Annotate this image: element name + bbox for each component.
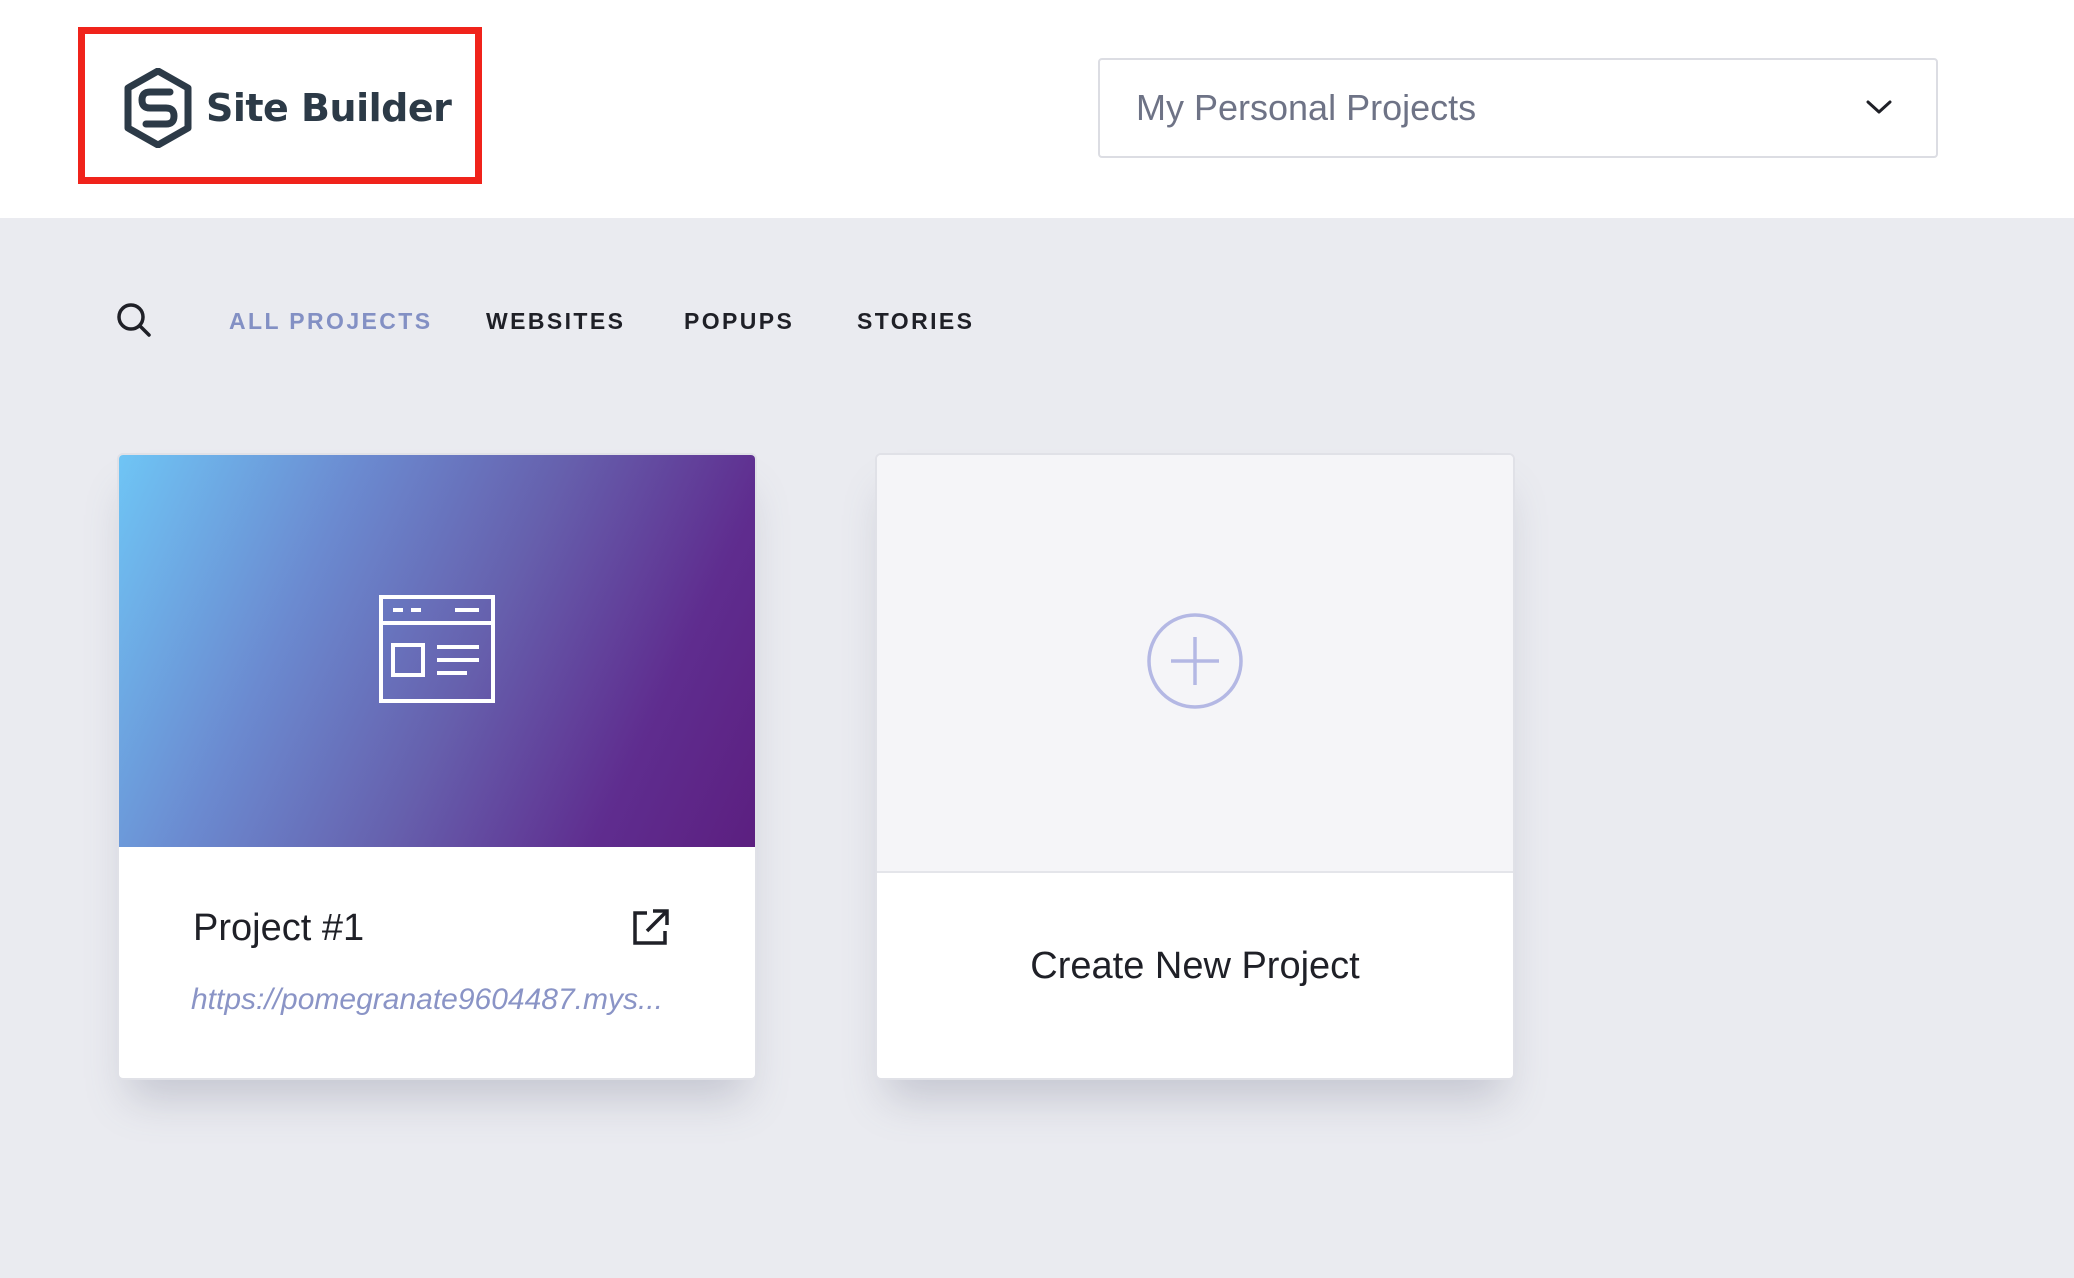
project-url-link[interactable]: https://pomegranate9604487.mys...	[191, 983, 711, 1017]
project-thumbnail[interactable]	[119, 455, 755, 847]
external-link-icon[interactable]	[629, 907, 671, 949]
tab-all-projects[interactable]: ALL PROJECTS	[229, 308, 432, 335]
search-icon[interactable]	[112, 298, 156, 342]
create-new-project-card[interactable]: Create New Project	[875, 453, 1515, 1080]
tab-popups[interactable]: POPUPS	[684, 308, 794, 335]
plus-circle-icon	[1145, 611, 1245, 716]
site-builder-logo[interactable]: Site Builder	[124, 68, 452, 148]
tab-websites[interactable]: WEBSITES	[486, 308, 625, 335]
project-card[interactable]: Project #1 https://pomegranate9604487.my…	[117, 453, 757, 1080]
project-group-select[interactable]: My Personal Projects	[1098, 58, 1938, 158]
project-filter-bar: ALL PROJECTS WEBSITES POPUPS STORIES	[0, 288, 2074, 352]
create-project-area[interactable]	[877, 455, 1513, 873]
logo-text: Site Builder	[206, 86, 452, 130]
chevron-down-icon	[1866, 98, 1892, 121]
top-header: Site Builder My Personal Projects	[0, 0, 2074, 218]
project-group-select-value: My Personal Projects	[1136, 87, 1477, 128]
hexagon-s-logo-icon	[124, 68, 192, 148]
create-new-project-label: Create New Project	[1030, 945, 1360, 987]
tab-stories[interactable]: STORIES	[857, 308, 974, 335]
website-layout-icon	[377, 593, 497, 710]
project-title: Project #1	[193, 907, 365, 949]
